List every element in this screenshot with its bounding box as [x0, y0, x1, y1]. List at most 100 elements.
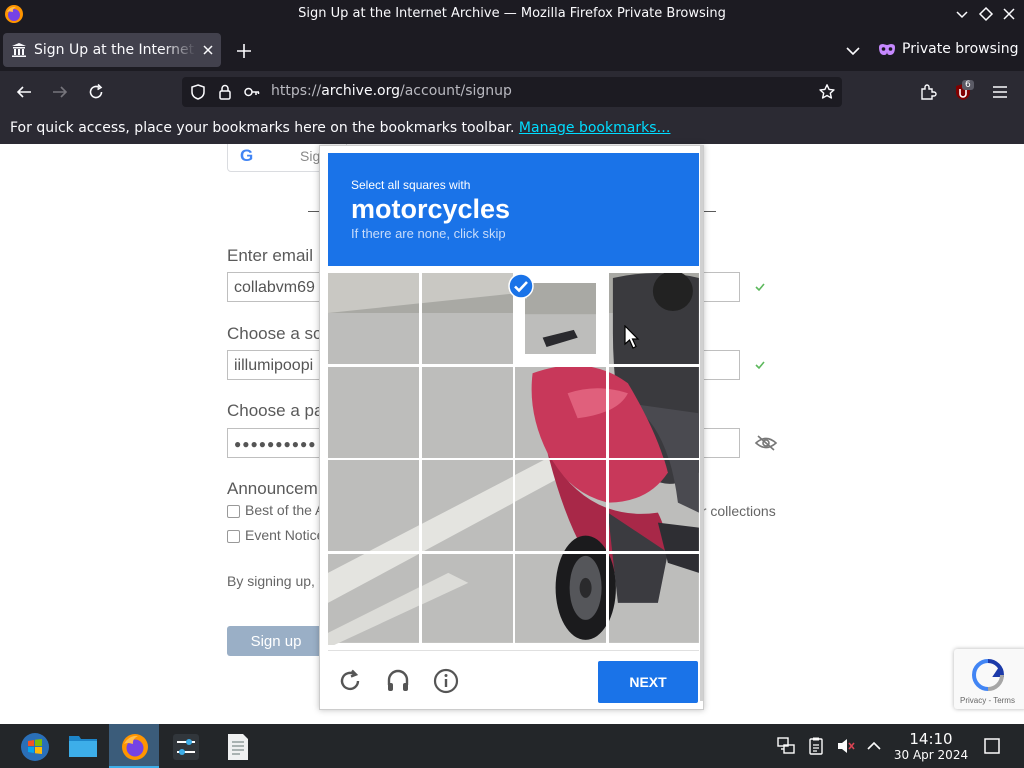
email-valid-check-icon	[755, 283, 765, 292]
clipboard-tray-icon[interactable]	[806, 736, 826, 756]
firefox-taskbar-icon	[122, 734, 148, 760]
announcements-label: Announcem	[227, 479, 318, 498]
back-icon[interactable]	[14, 82, 34, 102]
network-tray-icon[interactable]	[776, 736, 796, 756]
address-bar[interactable]: https://archive.org/account/signup	[182, 77, 842, 107]
captcha-tile[interactable]	[328, 460, 419, 552]
taskbar-settings[interactable]	[160, 724, 210, 768]
url-path: /account/signup	[400, 83, 512, 99]
clock-date: 30 Apr 2024	[893, 748, 969, 762]
collections-text: ur collections	[694, 503, 776, 519]
taskbar-firefox[interactable]	[109, 724, 159, 768]
bookmarks-empty-message: For quick access, place your bookmarks h…	[10, 120, 670, 136]
tab-strip: Sign Up at the Internet Archive Private …	[0, 29, 1024, 71]
private-browsing-label: Private browsing	[902, 41, 1019, 57]
recaptcha-badge[interactable]: Privacy - Terms	[954, 649, 1024, 709]
captcha-tile[interactable]	[421, 460, 513, 552]
best-of-checkbox[interactable]	[227, 505, 240, 518]
maximize-icon[interactable]	[976, 4, 996, 24]
window-titlebar: Sign Up at the Internet Archive — Mozill…	[0, 0, 1024, 29]
bookmark-star-icon[interactable]	[818, 83, 836, 101]
challenge-hint: If there are none, click skip	[351, 226, 506, 241]
captcha-tile[interactable]	[421, 366, 513, 458]
challenge-header: Select all squares with motorcycles If t…	[328, 153, 699, 266]
captcha-tile[interactable]	[609, 460, 700, 552]
event-notices-checkbox[interactable]	[227, 530, 240, 543]
captcha-tile[interactable]	[328, 273, 419, 364]
bookmarks-hint-text: For quick access, place your bookmarks h…	[10, 120, 515, 136]
bookmarks-toolbar: For quick access, place your bookmarks h…	[0, 113, 1024, 144]
taskbar-text-editor[interactable]	[212, 724, 262, 768]
forward-icon[interactable]	[50, 82, 70, 102]
help-info-icon[interactable]	[432, 667, 460, 695]
reload-icon[interactable]	[86, 82, 106, 102]
url-host: archive.org	[321, 83, 400, 99]
mouse-cursor-icon	[624, 325, 640, 349]
recaptcha-privacy-terms[interactable]: Privacy - Terms	[960, 696, 1015, 705]
url-text[interactable]: https://archive.org/account/signup	[271, 83, 512, 99]
start-menu-button[interactable]	[9, 724, 59, 768]
captcha-tile[interactable]	[515, 554, 607, 645]
sign-up-button[interactable]: Sign up	[227, 626, 325, 656]
challenge-target: motorcycles	[351, 194, 511, 224]
taskbar-file-manager[interactable]	[57, 724, 107, 768]
screenname-label: Choose a sc	[227, 324, 322, 343]
email-label: Enter email	[227, 246, 313, 265]
taskbar: 14:10 30 Apr 2024	[0, 724, 1024, 768]
screenname-valid-check-icon	[755, 361, 765, 370]
extensions-puzzle-icon[interactable]	[918, 82, 938, 102]
password-label: Choose a pa	[227, 401, 324, 420]
divider-right	[704, 211, 716, 212]
captcha-tile[interactable]	[328, 554, 419, 646]
captcha-tile[interactable]	[421, 554, 513, 645]
captcha-tile[interactable]	[421, 273, 513, 364]
url-scheme: https://	[271, 83, 322, 99]
challenge-footer: NEXT	[328, 650, 699, 705]
captcha-tile[interactable]	[609, 554, 700, 645]
folder-icon	[69, 736, 97, 757]
windows-logo-icon	[21, 733, 49, 761]
settings-sliders-icon	[173, 734, 199, 760]
reload-challenge-icon[interactable]	[336, 667, 364, 695]
volume-muted-tray-icon[interactable]	[836, 736, 856, 756]
archive-favicon-icon	[12, 43, 26, 57]
lock-icon[interactable]	[216, 83, 234, 101]
show-desktop-icon[interactable]	[983, 737, 1001, 755]
close-window-icon[interactable]	[999, 4, 1019, 24]
key-permissions-icon[interactable]	[243, 83, 261, 101]
show-hidden-tray-icon[interactable]	[864, 736, 884, 756]
private-mask-icon	[879, 44, 895, 55]
captcha-tile[interactable]	[515, 366, 607, 458]
audio-challenge-headphones-icon[interactable]	[384, 667, 412, 695]
google-g-icon: G	[240, 146, 254, 165]
document-icon	[228, 734, 248, 760]
terms-text: By signing up, y	[227, 573, 326, 589]
event-notices-checkbox-label: Event Notice	[245, 527, 325, 543]
captcha-tile[interactable]	[609, 273, 700, 364]
challenge-scrollbar[interactable]	[700, 146, 703, 701]
captcha-tile[interactable]	[328, 366, 419, 458]
challenge-image-grid	[328, 273, 700, 646]
google-signin-text: Sig	[300, 148, 321, 164]
best-of-checkbox-label: Best of the A	[245, 502, 325, 518]
list-all-tabs-icon[interactable]	[844, 42, 862, 60]
captcha-tile[interactable]	[609, 366, 700, 458]
menu-hamburger-icon[interactable]	[990, 82, 1010, 102]
ublock-blocked-count-badge: 6	[962, 80, 974, 90]
tile-selected-check-icon	[508, 273, 534, 299]
tracking-protection-shield-icon[interactable]	[189, 83, 207, 101]
minimize-icon[interactable]	[952, 4, 972, 24]
toggle-password-visibility-icon[interactable]	[754, 434, 778, 452]
recaptcha-challenge-dialog: Select all squares with motorcycles If t…	[319, 145, 704, 710]
clock-time: 14:10	[909, 730, 953, 748]
tab-active[interactable]: Sign Up at the Internet Archive	[3, 33, 221, 67]
manage-bookmarks-link[interactable]: Manage bookmarks…	[519, 120, 671, 136]
digital-clock[interactable]: 14:10 30 Apr 2024	[890, 730, 972, 762]
new-tab-icon[interactable]	[234, 41, 254, 61]
recaptcha-logo-icon	[971, 659, 1005, 691]
navigation-toolbar: https://archive.org/account/signup	[0, 71, 1024, 113]
tab-close-icon[interactable]	[200, 42, 216, 58]
captcha-tile[interactable]	[515, 460, 607, 552]
window-title: Sign Up at the Internet Archive — Mozill…	[298, 6, 726, 21]
next-button[interactable]: NEXT	[598, 661, 698, 703]
